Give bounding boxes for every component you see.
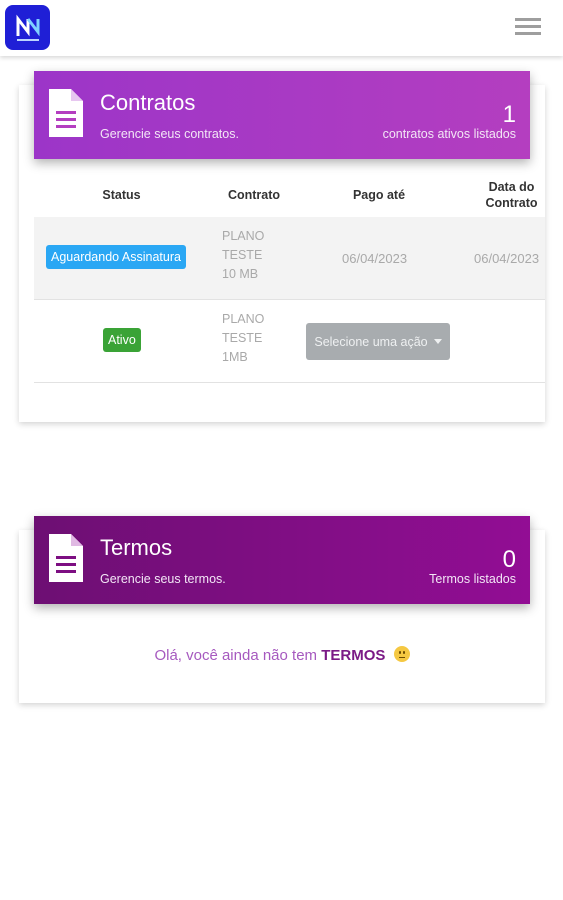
top-navbar [0,0,563,56]
contract-date: 06/04/2023 [474,251,540,266]
action-dropdown-label: Selecione uma ação [314,334,428,349]
termos-count-label: Termos listados [429,572,516,586]
slightly-frowning-face-icon [393,646,410,662]
contratos-count-label: contratos ativos listados [382,127,516,141]
plan-name-line: PLANO [222,229,265,243]
plan-name-line: TESTE [222,248,263,262]
pago-ate-date: 06/04/2023 [342,251,408,266]
contratos-table: Status Contrato Pago até Data do Contrat… [34,175,545,385]
col-header-status: Status [102,188,141,202]
action-dropdown[interactable]: Selecione uma ação [306,323,450,360]
contratos-count: 1 [502,101,516,128]
table-row: Aguardando Assinatura PLANO TESTE 10 MB … [34,217,545,300]
table-row: Ativo PLANO TESTE 1MB Selecione uma ação [34,300,545,383]
termos-empty-message: Olá, você ainda não tem TERMOS [19,646,545,664]
status-badge: Ativo [103,328,141,352]
col-header-data-line1: Data do [488,180,535,194]
contratos-subtitle: Gerencie seus contratos. [100,127,239,141]
termos-title: Termos [100,535,173,560]
termos-count: 0 [502,546,516,573]
caret-down-icon [433,339,442,344]
empty-message-text: Olá, você ainda não tem [154,647,318,664]
plan-name: PLANO TESTE 10 MB [222,227,282,284]
document-icon [49,89,83,137]
status-badge: Aguardando Assinatura [46,245,186,269]
document-icon [49,534,83,582]
col-header-data: Data do Contrato [474,175,545,215]
termos-header-card: Termos Gerencie seus termos. 0 Termos li… [34,516,530,604]
col-header-pago: Pago até [352,188,406,202]
plan-name-line: PLANO [222,312,265,326]
hamburger-menu-icon[interactable] [515,18,541,38]
termos-subtitle: Gerencie seus termos. [100,572,226,586]
brand-logo-icon[interactable] [5,5,50,50]
col-header-data-line2: Contrato [485,196,538,210]
plan-name-line: TESTE [222,331,263,345]
plan-name-line: 1MB [222,350,248,364]
col-header-contrato: Contrato [227,188,281,202]
contratos-title: Contratos [100,90,196,115]
plan-name: PLANO TESTE 1MB [222,310,282,367]
plan-name-line: 10 MB [222,267,259,281]
empty-message-emphasis: TERMOS [321,647,386,664]
contratos-header-card: Contratos Gerencie seus contratos. 1 con… [34,71,530,159]
